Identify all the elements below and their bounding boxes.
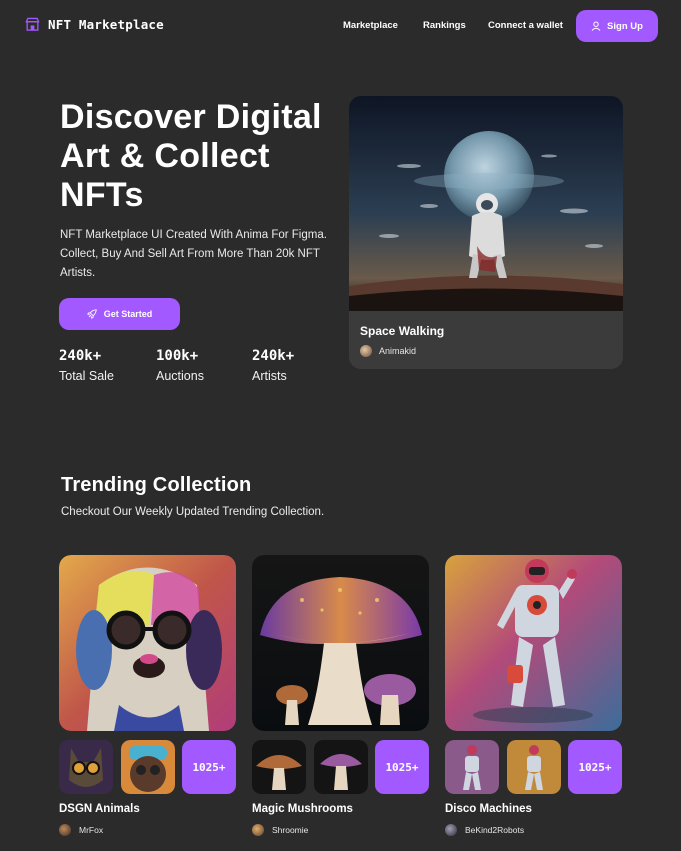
stat-value: 240k+ [59, 348, 102, 364]
collection-thumbnails: 1025+ [59, 740, 236, 794]
collection-thumbnail[interactable] [121, 740, 175, 794]
collection-count-badge[interactable]: 1025+ [568, 740, 622, 794]
stat-value: 240k+ [252, 348, 295, 364]
collection-count-badge[interactable]: 1025+ [182, 740, 236, 794]
brand-name: NFT Marketplace [48, 17, 164, 32]
collection-card-disco-machines[interactable]: 1025+ Disco Machines BeKind2Robots [445, 555, 622, 836]
sign-up-button[interactable]: Sign Up [576, 10, 658, 42]
featured-artist[interactable]: Animakid [360, 345, 416, 357]
collection-name: DSGN Animals [59, 803, 140, 815]
hero-title: Discover Digital Art & Collect NFTs [60, 98, 322, 214]
nav-link-marketplace[interactable]: Marketplace [343, 20, 398, 31]
nav-link-rankings[interactable]: Rankings [423, 20, 466, 31]
featured-nft-name: Space Walking [360, 324, 445, 338]
stat-value: 100k+ [156, 348, 199, 364]
rocket-icon [86, 309, 97, 319]
stat-total-sale: 240k+ Total Sale [59, 348, 114, 383]
brand-logo[interactable]: NFT Marketplace [25, 17, 164, 32]
top-nav: NFT Marketplace Marketplace Rankings Con… [0, 0, 681, 52]
stat-label: Auctions [156, 369, 204, 383]
collection-main-image [445, 555, 622, 731]
featured-artist-name: Animakid [379, 346, 417, 356]
collection-thumbnails: 1025+ [252, 740, 429, 794]
collection-thumbnails: 1025+ [445, 740, 622, 794]
collection-main-image [252, 555, 429, 731]
collection-artist-name: Shroomie [272, 825, 309, 835]
collection-artist-name: MrFox [79, 825, 104, 835]
stat-label: Total Sale [59, 369, 114, 383]
collection-card-dsgn-animals[interactable]: 1025+ DSGN Animals MrFox [59, 555, 236, 836]
collection-artist[interactable]: Shroomie [252, 824, 308, 836]
avatar [360, 345, 372, 357]
collection-name: Disco Machines [445, 803, 532, 815]
featured-nft-card[interactable]: Space Walking Animakid [349, 96, 623, 369]
collection-artist[interactable]: MrFox [59, 824, 103, 836]
collection-count-badge[interactable]: 1025+ [375, 740, 429, 794]
stat-artists: 240k+ Artists [252, 348, 294, 383]
trending-title: Trending Collection [61, 474, 252, 496]
user-icon [591, 21, 601, 31]
trending-subtitle: Checkout Our Weekly Updated Trending Col… [61, 506, 325, 518]
collection-thumbnail[interactable] [59, 740, 113, 794]
collection-artist-name: BeKind2Robots [465, 825, 525, 835]
avatar [252, 824, 264, 836]
get-started-button[interactable]: Get Started [59, 298, 180, 330]
collection-thumbnail[interactable] [445, 740, 499, 794]
sign-up-label: Sign Up [607, 20, 643, 32]
collection-main-image [59, 555, 236, 731]
nav-link-connect-wallet[interactable]: Connect a wallet [488, 20, 563, 31]
storefront-icon [25, 17, 40, 31]
featured-nft-image [349, 96, 623, 311]
collection-artist[interactable]: BeKind2Robots [445, 824, 524, 836]
collection-thumbnail[interactable] [507, 740, 561, 794]
avatar [59, 824, 71, 836]
collection-name: Magic Mushrooms [252, 803, 353, 815]
get-started-label: Get Started [103, 309, 153, 319]
collection-thumbnail[interactable] [314, 740, 368, 794]
stat-auctions: 100k+ Auctions [156, 348, 204, 383]
collection-thumbnail[interactable] [252, 740, 306, 794]
hero-subtitle: NFT Marketplace UI Created With Anima Fo… [60, 229, 327, 279]
stat-label: Artists [252, 369, 287, 383]
avatar [445, 824, 457, 836]
collection-card-magic-mushrooms[interactable]: 1025+ Magic Mushrooms Shroomie [252, 555, 429, 836]
